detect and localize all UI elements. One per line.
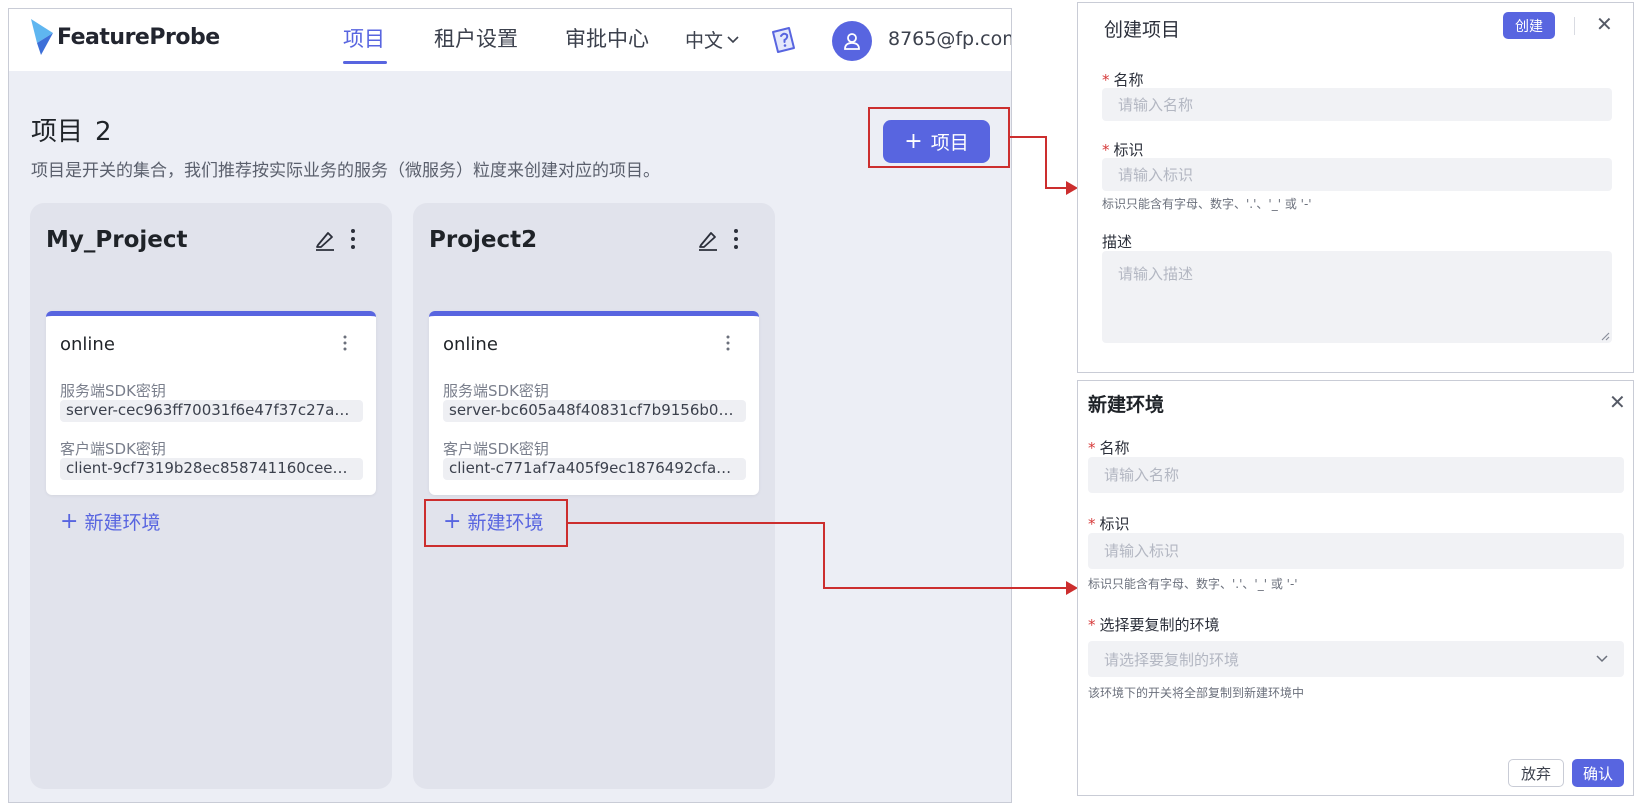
environment-name: online	[443, 334, 498, 355]
new-environment-panel: 新建环境 ✕ *名称 *标识 标识只能含有字母、数字、'.'、'_' 或 '-'…	[1077, 380, 1634, 796]
name-label-text: 名称	[1113, 71, 1144, 89]
cancel-button[interactable]: 放弃	[1508, 759, 1564, 787]
name-label-text: 名称	[1099, 439, 1130, 457]
key-field-label: * 标识	[1102, 139, 1144, 160]
environment-name: online	[60, 334, 115, 355]
name-input[interactable]	[1088, 457, 1624, 493]
required-mark: *	[1088, 515, 1096, 533]
panel-title: 新建环境	[1088, 394, 1165, 416]
language-selector[interactable]: 中文	[685, 26, 739, 53]
tab-tenant-settings[interactable]: 租户设置	[434, 23, 518, 53]
brand-name: FeatureProbe	[57, 24, 220, 50]
close-icon[interactable]: ✕	[1596, 14, 1613, 34]
edit-icon[interactable]	[314, 229, 336, 251]
plus-icon: +	[60, 508, 79, 534]
featureprobe-logo-icon	[31, 19, 53, 55]
divider	[1574, 17, 1575, 35]
highlight-new-environment	[424, 499, 568, 547]
project-name: My_Project	[46, 227, 188, 253]
panel-title: 创建项目	[1104, 19, 1181, 41]
account-email[interactable]: 8765@fp.com	[888, 28, 1011, 50]
create-project-panel: 创建项目 创建 ✕ *名称 *标识 标识只能含有字母、数字、'.'、'_' 或 …	[1077, 2, 1634, 373]
tab-approval-center[interactable]: 审批中心	[565, 23, 649, 53]
more-vertical-icon[interactable]	[731, 227, 741, 251]
confirm-button[interactable]: 确认	[1572, 759, 1624, 787]
create-button[interactable]: 创建	[1503, 12, 1555, 39]
required-mark: *	[1102, 71, 1110, 89]
copy-env-label-text: 选择要复制的环境	[1099, 616, 1220, 634]
key-input[interactable]	[1088, 533, 1624, 569]
new-environment-button[interactable]: + 新建环境	[60, 508, 160, 535]
name-field-label: * 名称	[1102, 69, 1144, 90]
required-mark: *	[1088, 439, 1096, 457]
project-name: Project2	[429, 227, 538, 253]
key-hint: 标识只能含有字母、数字、'.'、'_' 或 '-'	[1088, 577, 1298, 591]
chevron-down-icon	[727, 35, 739, 43]
resize-grip-icon[interactable]	[1600, 331, 1610, 341]
description-textarea[interactable]	[1102, 251, 1612, 343]
environment-card[interactable]: online 服务端SDK密钥 server-cec963ff70031f6e4…	[46, 311, 376, 495]
key-input[interactable]	[1102, 158, 1612, 191]
server-sdk-key-label: 服务端SDK密钥	[60, 382, 166, 400]
new-environment-label: 新建环境	[84, 512, 161, 534]
more-vertical-icon[interactable]	[724, 334, 732, 352]
active-tab-indicator	[343, 61, 387, 64]
client-sdk-key[interactable]: client-9cf7319b28ec858741160cee4d…	[60, 458, 363, 480]
highlight-add-project	[868, 107, 1010, 168]
chevron-down-icon	[1596, 655, 1608, 663]
help-button[interactable]	[769, 25, 799, 59]
required-mark: *	[1102, 141, 1110, 159]
key-field-label: * 标识	[1088, 513, 1130, 534]
page-title: 项目 2	[31, 111, 112, 148]
app-window: FeatureProbe 项目 租户设置 审批中心 中文 8765@fp.com…	[8, 8, 1012, 803]
required-mark: *	[1088, 616, 1096, 634]
project-column-my-project: My_Project online 服务端SDK密钥 server-cec963…	[30, 203, 392, 789]
server-sdk-key[interactable]: server-cec963ff70031f6e47f37c27a26…	[60, 400, 363, 422]
user-icon	[844, 33, 860, 50]
name-input[interactable]	[1102, 88, 1612, 121]
copy-env-hint: 该环境下的开关将全部复制到新建环境中	[1088, 686, 1305, 700]
key-label-text: 标识	[1113, 141, 1144, 159]
copy-env-placeholder: 请选择要复制的环境	[1104, 650, 1240, 669]
copy-env-select[interactable]: 请选择要复制的环境	[1088, 641, 1624, 677]
name-field-label: * 名称	[1088, 437, 1130, 458]
project-count: 2	[95, 117, 112, 147]
server-sdk-key-label: 服务端SDK密钥	[443, 382, 549, 400]
top-navigation-bar: FeatureProbe 项目 租户设置 审批中心 中文 8765@fp.com	[9, 9, 1011, 71]
logo[interactable]: FeatureProbe	[29, 17, 220, 57]
key-label-text: 标识	[1099, 515, 1130, 533]
key-hint: 标识只能含有字母、数字、'.'、'_' 或 '-'	[1102, 197, 1312, 211]
client-sdk-key[interactable]: client-c771af7a405f9ec1876492cfad5…	[443, 458, 746, 480]
server-sdk-key[interactable]: server-bc605a48f40831cf7b9156b004…	[443, 400, 746, 422]
page-description: 项目是开关的集合，我们推荐按实际业务的服务（微服务）粒度来创建对应的项目。	[31, 161, 660, 181]
description-field-label: 描述	[1102, 233, 1133, 251]
environment-card[interactable]: online 服务端SDK密钥 server-bc605a48f40831cf7…	[429, 311, 759, 495]
tab-projects[interactable]: 项目	[343, 23, 385, 53]
help-doc-icon	[772, 27, 795, 53]
copy-env-field-label: * 选择要复制的环境	[1088, 614, 1220, 635]
language-label: 中文	[685, 30, 724, 52]
project-column-project2: Project2 online 服务端SDK密钥 server-bc605a48…	[413, 203, 775, 789]
more-vertical-icon[interactable]	[348, 227, 358, 251]
more-vertical-icon[interactable]	[341, 334, 349, 352]
edit-icon[interactable]	[697, 229, 719, 251]
page-title-text: 项目	[31, 117, 84, 147]
close-icon[interactable]: ✕	[1609, 392, 1626, 412]
client-sdk-key-label: 客户端SDK密钥	[60, 440, 166, 458]
avatar[interactable]	[832, 21, 872, 61]
client-sdk-key-label: 客户端SDK密钥	[443, 440, 549, 458]
